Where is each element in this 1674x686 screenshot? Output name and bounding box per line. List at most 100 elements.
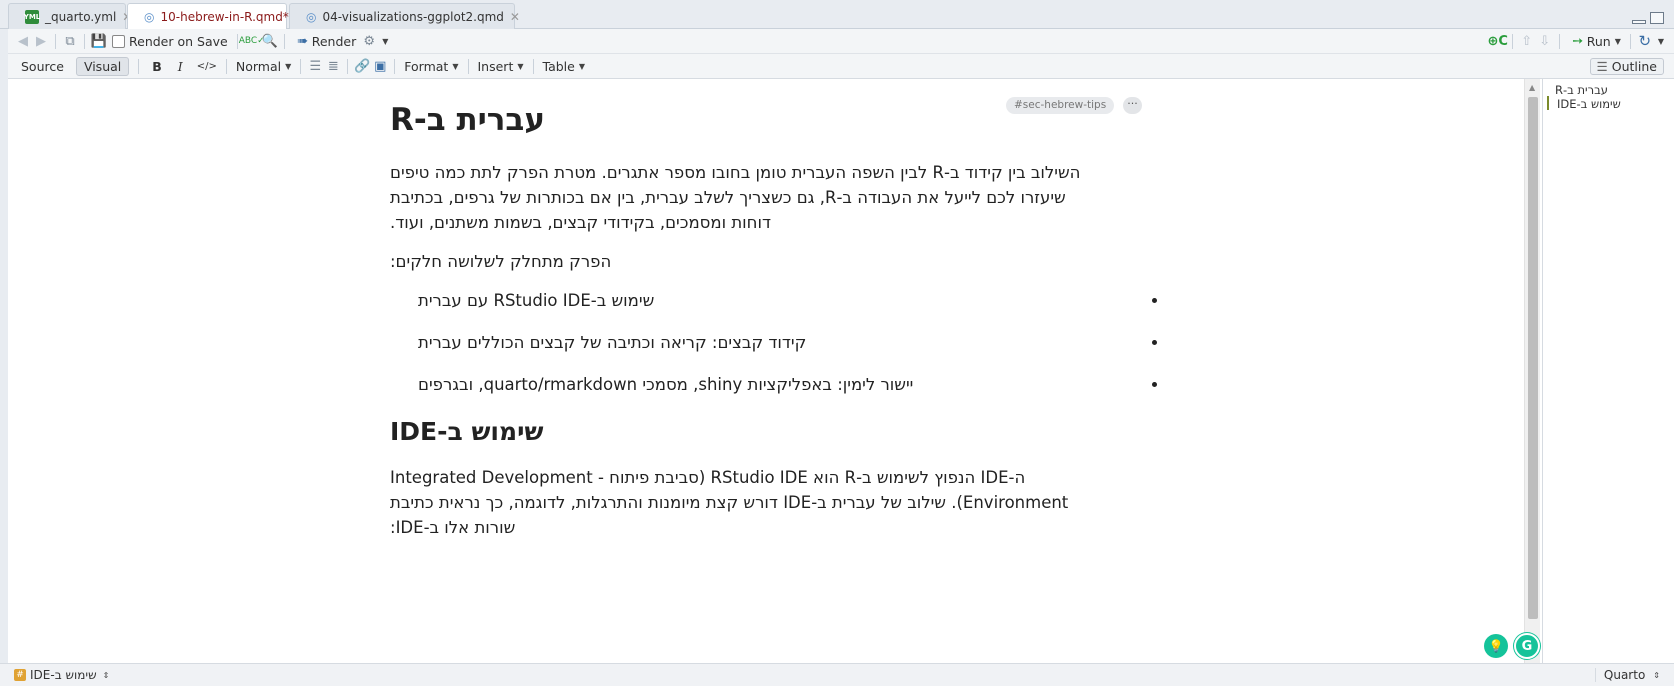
section-hash-icon: # [14, 669, 26, 681]
tab-label: 04-visualizations-ggplot2.qmd [322, 9, 504, 24]
separator [138, 58, 140, 74]
spellcheck-icon[interactable]: ABC✓ [239, 32, 265, 50]
grammarly-icon[interactable]: G [1514, 633, 1540, 659]
paragraph[interactable]: השילוב בין קידוד ב-R לבין השפה העברית טו… [390, 160, 1102, 235]
forward-arrow-icon[interactable]: ▶ [32, 32, 50, 50]
visual-editor-toolbar: Source Visual B I </> Normal ▼ ☰ ≣ 🔗 ▣ F… [8, 54, 1674, 79]
chevron-down-icon[interactable]: ▼ [1615, 37, 1621, 46]
separator [467, 58, 469, 74]
outline-icon: ☰ [1596, 58, 1608, 74]
editor-toolbar: ◀ ▶ ⧉ 💾 Render on Save ABC✓ 🔍 ➠ Render ⚙… [8, 29, 1674, 54]
quarto-file-icon: ◎ [306, 9, 317, 24]
back-arrow-icon[interactable]: ◀ [14, 32, 32, 50]
run-button[interactable]: ➙ Run ▼ [1569, 32, 1621, 50]
run-arrow-icon: ➙ [1572, 33, 1584, 49]
render-label: Render [311, 33, 357, 49]
chevron-down-icon[interactable]: ▼ [1658, 37, 1664, 46]
bullet-list-icon[interactable]: ☰ [306, 57, 324, 75]
separator [394, 58, 396, 74]
pane-window-controls [1632, 12, 1664, 24]
link-icon[interactable]: 🔗 [353, 57, 371, 75]
gear-icon[interactable]: ⚙ [360, 32, 378, 50]
table-menu[interactable]: Table ▼ [543, 59, 585, 74]
status-bar: # שימוש ב-IDE ⇕ Quarto ⇕ [0, 663, 1674, 686]
pane-border [0, 29, 8, 686]
outline-panel: עברית ב-R שימוש ב-IDE [1542, 79, 1674, 663]
insert-chunk-icon[interactable]: ⊕C [1488, 32, 1508, 50]
render-on-save-toggle[interactable]: Render on Save [112, 34, 228, 49]
insert-menu[interactable]: Insert ▼ [478, 59, 524, 74]
source-mode-button[interactable]: Source [13, 57, 72, 76]
editor-scrollbar[interactable]: ▲ [1524, 79, 1540, 663]
scrollbar-thumb[interactable] [1528, 97, 1538, 619]
separator [300, 58, 302, 74]
outline-item-heading-2[interactable]: שימוש ב-IDE [1557, 97, 1621, 111]
chevron-down-icon: ▼ [517, 61, 524, 71]
code-button[interactable]: </> [197, 61, 217, 72]
separator [283, 33, 285, 49]
next-chunk-icon[interactable]: ⇩ [1536, 32, 1554, 50]
visual-mode-button[interactable]: Visual [75, 56, 130, 76]
run-label: Run [1586, 33, 1611, 49]
outline-item-heading-1[interactable]: עברית ב-R [1555, 83, 1608, 97]
italic-button[interactable]: I [178, 59, 183, 74]
outline-toggle-button[interactable]: ☰ Outline [1589, 57, 1664, 75]
list-item[interactable]: שימוש ב-RStudio IDE עם עברית [418, 288, 1140, 313]
search-icon[interactable]: 🔍 [261, 32, 279, 50]
scroll-up-icon[interactable]: ▲ [1529, 83, 1535, 92]
rerun-icon[interactable]: ↻ [1636, 32, 1654, 50]
up-down-chevron-icon[interactable]: ⇕ [103, 671, 110, 680]
format-menu[interactable]: Format ▼ [404, 59, 458, 74]
paragraph-style-label: Normal [235, 58, 282, 74]
minimize-pane-icon[interactable] [1632, 20, 1646, 24]
previous-chunk-icon[interactable]: ⇧ [1518, 32, 1536, 50]
outline-current-marker [1547, 96, 1549, 110]
separator [225, 58, 227, 74]
chevron-down-icon[interactable]: ▼ [382, 37, 388, 46]
separator [1558, 33, 1560, 49]
tab-quarto-yml[interactable]: YML _quarto.yml ✕ [8, 3, 132, 29]
image-icon[interactable]: ▣ [371, 57, 389, 75]
yml-file-icon: YML [24, 9, 40, 24]
list-item[interactable]: קידוד קבצים: קריאה וכתיבה של קבצים הכולל… [418, 330, 1140, 355]
tab-label: _quarto.yml [45, 9, 117, 24]
paragraph[interactable]: ה-IDE הנפוץ לשימוש ב-R הוא RStudio IDE (… [390, 465, 1102, 540]
render-on-save-checkbox[interactable] [112, 34, 125, 48]
paragraph[interactable]: הפרק מתחלק לשלושה חלקים: [390, 249, 1140, 274]
render-on-save-label: Render on Save [129, 33, 228, 49]
separator [532, 58, 534, 74]
chevron-down-icon: ▼ [578, 61, 585, 71]
list-item-text: שימוש ב-RStudio IDE עם עברית [418, 291, 655, 310]
render-arrow-icon: ➠ [297, 33, 309, 49]
bullet-list: שימוש ב-RStudio IDE עם עברית קידוד קבצים… [410, 288, 1140, 397]
outline-label: Outline [1611, 58, 1657, 74]
tab-visualizations-ggplot2[interactable]: ◎ 04-visualizations-ggplot2.qmd ✕ [289, 3, 520, 29]
table-label: Table [542, 58, 575, 74]
list-item[interactable]: יישור לימין: באפליקציות shiny, מסמכי qua… [418, 372, 1140, 397]
close-tab-icon[interactable]: ✕ [510, 10, 520, 24]
editor-tab-bar: YML _quarto.yml ✕ ◎ 10-hebrew-in-R.qmd* … [0, 0, 1674, 30]
lightbulb-icon[interactable]: 💡 [1484, 634, 1508, 658]
format-label: Format [404, 58, 449, 74]
maximize-pane-icon[interactable] [1650, 12, 1664, 24]
chevron-down-icon: ▼ [285, 61, 292, 71]
separator [1511, 33, 1513, 49]
separator [236, 33, 238, 49]
render-button[interactable]: ➠ Render [294, 32, 357, 50]
separator [347, 58, 349, 74]
chevron-down-icon: ▼ [452, 61, 459, 71]
paragraph-style-dropdown[interactable]: Normal ▼ [236, 59, 291, 74]
bold-button[interactable]: B [152, 59, 162, 74]
current-section[interactable]: שימוש ב-IDE [30, 668, 97, 682]
numbered-list-icon[interactable]: ≣ [324, 57, 342, 75]
list-item-text: קידוד קבצים: קריאה וכתיבה של קבצים הכולל… [418, 333, 807, 352]
heading-1[interactable]: עברית ב-R [390, 100, 1140, 140]
save-icon[interactable]: 💾 [90, 32, 108, 50]
up-down-chevron-icon[interactable]: ⇕ [1653, 671, 1660, 680]
show-in-window-icon[interactable]: ⧉ [61, 32, 79, 50]
file-type-selector[interactable]: Quarto [1594, 668, 1645, 682]
heading-2[interactable]: שימוש ב-IDE [390, 415, 1140, 449]
document-content: עברית ב-R השילוב בין קידוד ב-R לבין השפה… [390, 100, 1140, 554]
tab-hebrew-in-r[interactable]: ◎ 10-hebrew-in-R.qmd* ✕ [127, 3, 305, 30]
tab-label: 10-hebrew-in-R.qmd* [160, 10, 289, 24]
